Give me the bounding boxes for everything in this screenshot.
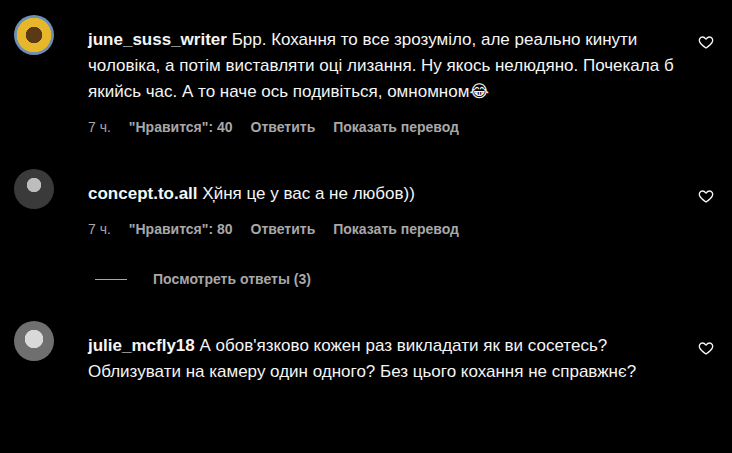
likes-count[interactable]: "Нравится": 40 bbox=[129, 117, 233, 137]
translate-button[interactable]: Показать перевод bbox=[333, 219, 459, 239]
comment-body: julie_mcfly18 А обов'язково кожен раз ви… bbox=[88, 319, 684, 385]
heart-icon[interactable] bbox=[698, 34, 714, 50]
replies-line bbox=[95, 279, 127, 280]
comment-meta: 7 ч. "Нравится": 80 Ответить Показать перев… bbox=[88, 219, 684, 239]
view-replies[interactable]: Посмотреть ответы (3) bbox=[95, 269, 684, 289]
heart-icon[interactable] bbox=[698, 340, 714, 356]
comments-panel: june_suss_writer Брр. Кохання то все зро… bbox=[0, 0, 732, 453]
reply-button[interactable]: Ответить bbox=[251, 117, 316, 137]
view-replies-label[interactable]: Посмотреть ответы (3) bbox=[153, 271, 311, 287]
avatar[interactable] bbox=[14, 169, 54, 209]
comment: june_suss_writer Брр. Кохання то все зро… bbox=[14, 13, 718, 137]
likes-count[interactable]: "Нравится": 80 bbox=[129, 219, 233, 239]
username[interactable]: julie_mcfly18 bbox=[88, 336, 195, 355]
comment-body: june_suss_writer Брр. Кохання то все зро… bbox=[88, 13, 684, 137]
comment-time: 7 ч. bbox=[88, 117, 111, 137]
comment: julie_mcfly18 А обов'язково кожен раз ви… bbox=[14, 319, 718, 385]
username[interactable]: concept.to.all bbox=[88, 184, 198, 203]
translate-button[interactable]: Показать перевод bbox=[333, 117, 459, 137]
comment-text: june_suss_writer Брр. Кохання то все зро… bbox=[88, 27, 684, 105]
comment-text: julie_mcfly18 А обов'язково кожен раз ви… bbox=[88, 333, 684, 385]
comment-meta: 7 ч. "Нравится": 40 Ответить Показать перев… bbox=[88, 117, 684, 137]
comment-body: concept.to.all Х̦йня це у вас а не любов… bbox=[88, 167, 684, 289]
reply-button[interactable]: Ответить bbox=[251, 219, 316, 239]
avatar[interactable] bbox=[14, 321, 54, 361]
username[interactable]: june_suss_writer bbox=[88, 30, 227, 49]
avatar[interactable] bbox=[14, 15, 54, 55]
comment-time: 7 ч. bbox=[88, 219, 111, 239]
comment-text: concept.to.all Х̦йня це у вас а не любов… bbox=[88, 181, 684, 207]
comment: concept.to.all Х̦йня це у вас а не любов… bbox=[14, 167, 718, 289]
heart-icon[interactable] bbox=[698, 188, 714, 204]
